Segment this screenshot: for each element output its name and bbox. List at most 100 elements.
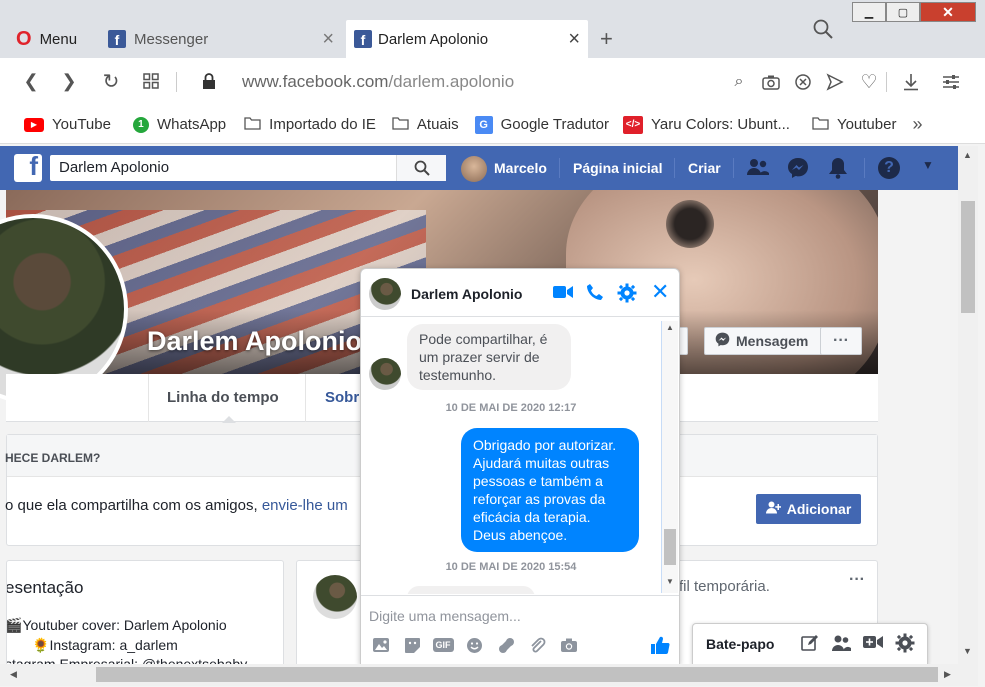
bookmark-youtuber[interactable]: Youtuber bbox=[812, 116, 896, 134]
profile-name: Darlem Apolonio bbox=[147, 326, 363, 356]
know-text: o que ela compartilha com os amigos, bbox=[5, 497, 258, 514]
heart-icon[interactable]: ♡ bbox=[856, 69, 882, 95]
lock-icon[interactable] bbox=[196, 68, 222, 94]
chat-options-gear-icon[interactable] bbox=[895, 633, 915, 658]
scroll-up-arrow-icon[interactable]: ▲ bbox=[963, 150, 972, 160]
emoji-icon[interactable] bbox=[463, 634, 485, 656]
chat-settings-gear-icon[interactable] bbox=[617, 283, 637, 308]
bookmark-yaru[interactable]: </> Yaru Colors: Ubunt... bbox=[623, 115, 790, 134]
notifications-bell-icon[interactable] bbox=[828, 157, 848, 179]
chat-contact-name[interactable]: Darlem Apolonio bbox=[411, 286, 523, 302]
bookmarks-bar: ▶ YouTube 1 WhatsApp Importado do IE Atu… bbox=[0, 106, 985, 144]
user-avatar[interactable] bbox=[461, 156, 487, 182]
message-avatar bbox=[369, 358, 401, 390]
facebook-logo-icon[interactable]: f bbox=[14, 154, 42, 182]
user-name-link[interactable]: Marcelo bbox=[494, 160, 547, 176]
scroll-right-arrow-icon[interactable]: ▶ bbox=[944, 669, 951, 680]
friend-requests-icon[interactable] bbox=[746, 157, 770, 177]
outgoing-message: Obrigado por autorizar. Ajudará muitas o… bbox=[461, 428, 639, 552]
chat-scroll-thumb[interactable] bbox=[664, 529, 676, 565]
forward-icon[interactable]: ❯ bbox=[56, 68, 82, 94]
search-page-icon[interactable]: ⌕ bbox=[726, 69, 752, 95]
bookmarks-more-icon[interactable]: » bbox=[912, 114, 922, 135]
close-window-button[interactable]: ✕ bbox=[920, 2, 976, 22]
bookmark-atuais[interactable]: Atuais bbox=[392, 116, 459, 134]
camera-icon[interactable] bbox=[758, 69, 784, 95]
tab-messenger[interactable]: f Messenger × bbox=[100, 20, 340, 58]
page-vertical-scrollbar[interactable]: ▲ ▼ bbox=[958, 146, 978, 664]
like-thumbs-up-icon[interactable] bbox=[649, 634, 671, 656]
games-icon[interactable] bbox=[495, 634, 517, 656]
close-tab-icon[interactable]: × bbox=[322, 28, 334, 51]
tab-timeline[interactable]: Linha do tempo bbox=[167, 389, 279, 406]
folder-icon bbox=[392, 116, 409, 134]
tab-about[interactable]: Sobr bbox=[325, 389, 359, 406]
post-avatar[interactable] bbox=[313, 575, 357, 619]
new-group-icon[interactable] bbox=[831, 634, 851, 657]
photo-icon[interactable] bbox=[370, 634, 392, 656]
message-timestamp: 10 DE MAI DE 2020 12:17 bbox=[445, 402, 577, 414]
home-link[interactable]: Página inicial bbox=[573, 160, 662, 176]
new-tab-button[interactable]: + bbox=[600, 26, 613, 52]
divider bbox=[148, 374, 149, 422]
bookmark-youtube[interactable]: ▶ YouTube bbox=[24, 116, 111, 133]
post-temp-text: fil temporária. bbox=[679, 578, 770, 595]
new-message-edit-icon[interactable] bbox=[801, 634, 819, 657]
add-friend-button[interactable]: Adicionar bbox=[756, 494, 861, 524]
search-icon[interactable] bbox=[396, 155, 446, 181]
scroll-down-arrow-icon[interactable]: ▼ bbox=[963, 646, 972, 656]
page-horizontal-scrollbar[interactable]: ◀ ▶ bbox=[0, 664, 978, 686]
chat-avatar[interactable] bbox=[369, 278, 401, 310]
page-scroll-thumb[interactable] bbox=[961, 201, 975, 313]
back-icon[interactable]: ❮ bbox=[18, 68, 44, 94]
more-options-button[interactable]: ··· bbox=[820, 327, 862, 355]
gif-icon[interactable]: GIF bbox=[432, 634, 454, 656]
tab-search-icon[interactable] bbox=[812, 18, 834, 45]
messenger-icon[interactable] bbox=[787, 157, 809, 179]
video-call-icon[interactable] bbox=[553, 284, 573, 305]
chat-window: Darlem Apolonio ✕ Pode compartilhar, é u… bbox=[360, 268, 680, 665]
bookmark-importado[interactable]: Importado do IE bbox=[244, 116, 376, 134]
address-toolbar: ❮ ❯ ↻ www.facebook.com/darlem.apolonio ⌕… bbox=[0, 58, 985, 106]
speed-dial-icon[interactable] bbox=[138, 68, 164, 94]
sticker-icon[interactable] bbox=[401, 634, 423, 656]
divider bbox=[305, 374, 306, 422]
bookmark-whatsapp[interactable]: 1 WhatsApp bbox=[132, 116, 227, 133]
attach-file-icon[interactable] bbox=[526, 634, 548, 656]
camera-capture-icon[interactable] bbox=[558, 634, 580, 656]
scroll-down-arrow-icon[interactable]: ▼ bbox=[666, 577, 674, 586]
opera-menu-button[interactable]: O Menu bbox=[16, 20, 96, 58]
close-chat-icon[interactable]: ✕ bbox=[651, 281, 669, 303]
help-icon[interactable]: ? bbox=[878, 157, 900, 179]
chat-sidebar-bar[interactable]: Bate-papo bbox=[692, 623, 928, 665]
adblock-icon[interactable] bbox=[790, 69, 816, 95]
bookmark-google-tradutor[interactable]: G Google Tradutor bbox=[474, 115, 609, 134]
reload-icon[interactable]: ↻ bbox=[98, 68, 124, 94]
search-input[interactable]: Darlem Apolonio bbox=[59, 159, 169, 176]
tab-darlem[interactable]: f Darlem Apolonio × bbox=[346, 20, 588, 58]
post-more-icon[interactable]: ··· bbox=[849, 571, 865, 589]
minimize-button[interactable]: ▁ bbox=[852, 2, 886, 22]
bookmark-label: WhatsApp bbox=[156, 116, 227, 133]
create-link[interactable]: Criar bbox=[688, 160, 721, 176]
message-input[interactable]: Digite uma mensagem... bbox=[369, 608, 521, 624]
close-tab-icon[interactable]: × bbox=[568, 28, 580, 51]
send-icon[interactable] bbox=[822, 69, 848, 95]
maximize-button[interactable]: ▢ bbox=[886, 2, 920, 22]
bookmark-label: Google Tradutor bbox=[500, 116, 609, 133]
download-icon[interactable] bbox=[898, 69, 924, 95]
scroll-up-arrow-icon[interactable]: ▲ bbox=[666, 323, 674, 332]
message-button[interactable]: Mensagem bbox=[704, 327, 822, 355]
account-menu-chevron-down-icon[interactable]: ▼ bbox=[922, 158, 934, 172]
video-room-icon[interactable] bbox=[863, 634, 883, 655]
page-hscroll-thumb[interactable] bbox=[96, 667, 938, 682]
intro-title: esentação bbox=[6, 578, 84, 597]
chat-scrollbar[interactable]: ▲ ▼ bbox=[661, 321, 678, 593]
phone-call-icon[interactable] bbox=[586, 283, 604, 306]
easy-setup-icon[interactable] bbox=[938, 69, 964, 95]
url-field[interactable]: www.facebook.com/darlem.apolonio bbox=[242, 72, 514, 92]
send-request-link[interactable]: envie-lhe um bbox=[262, 497, 348, 514]
facebook-search-box[interactable]: Darlem Apolonio bbox=[50, 155, 446, 181]
scroll-left-arrow-icon[interactable]: ◀ bbox=[10, 669, 17, 680]
message-list: Pode compartilhar, é um prazer servir de… bbox=[361, 318, 661, 594]
